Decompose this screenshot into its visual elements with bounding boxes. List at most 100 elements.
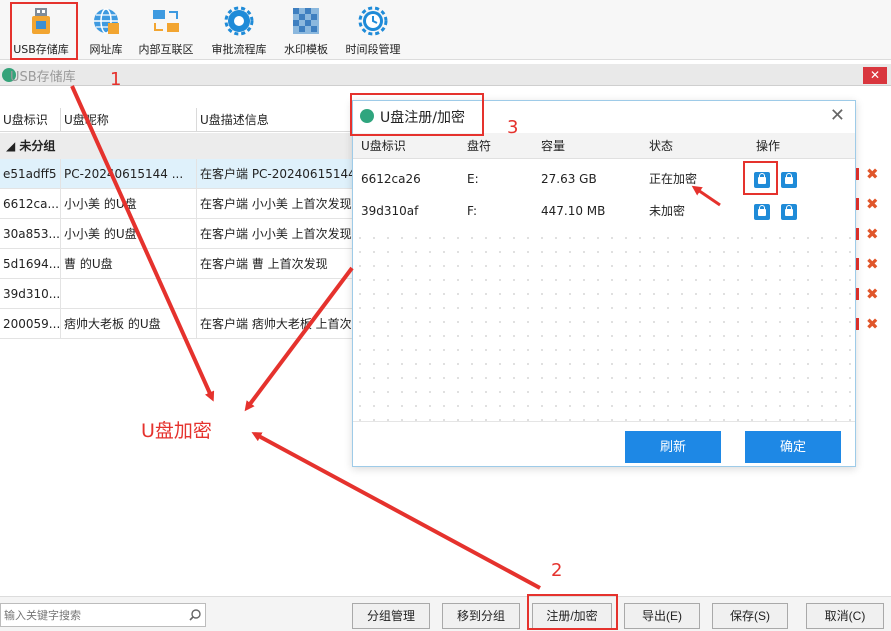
annotation-box-usb — [10, 2, 78, 60]
search-box[interactable] — [0, 603, 206, 627]
edit-icon[interactable] — [856, 168, 859, 180]
table-row[interactable]: 6612ca... 小小美 的U盘 在客户端 小小美 上首次发现 — [0, 189, 360, 219]
cell-id: 200059... — [0, 309, 61, 339]
save-button[interactable]: 保存(S) — [712, 603, 788, 629]
dialog-close-button[interactable]: ✕ — [830, 105, 845, 127]
window-title: USB存储库 — [10, 70, 76, 85]
edit-icon[interactable] — [856, 318, 859, 330]
dialog-row[interactable]: 39d310af F: 447.10 MB 未加密 — [353, 195, 855, 227]
cell-capacity: 447.10 MB — [541, 204, 606, 218]
annotation-box-register-button — [527, 594, 618, 630]
cell-nick: 小小美 的U盘 — [61, 189, 197, 219]
delete-icon[interactable]: ✖ — [866, 315, 879, 333]
cell-nick: 小小美 的U盘 — [61, 219, 197, 249]
column-header[interactable]: U盘标识 — [0, 108, 61, 132]
group-row[interactable]: ◢ 未分组 — [0, 133, 360, 159]
column-header: 状态 — [649, 139, 674, 153]
watermark-icon — [293, 8, 319, 34]
dialog-divider — [353, 421, 855, 422]
ok-button[interactable]: 确定 — [745, 431, 841, 463]
toolbar-internal-network[interactable]: 内部互联区 — [134, 0, 198, 60]
toolbar-label: 审批流程库 — [211, 43, 267, 56]
cell-id: 6612ca... — [0, 189, 61, 219]
toolbar-label: 时间段管理 — [345, 43, 401, 56]
row-actions: ✖ — [852, 220, 891, 250]
toolbar: USB存储库 网址库 内部互联区 审批流程库 水印模板 时间段管理 — [0, 0, 891, 60]
cell-status: 正在加密 — [649, 172, 698, 186]
cell-desc — [197, 279, 360, 309]
dialog-row[interactable]: 6612ca26 E: 27.63 GB 正在加密 — [353, 163, 855, 195]
move-to-group-button[interactable]: 移到分组 — [442, 603, 520, 629]
table-row[interactable]: 39d310... — [0, 279, 360, 309]
edit-icon[interactable] — [856, 198, 859, 210]
cell-nick: PC-20240615144 ... — [61, 159, 197, 189]
cancel-button[interactable]: 取消(C) — [806, 603, 884, 629]
network-icon — [153, 10, 179, 32]
cell-status: 未加密 — [649, 204, 686, 218]
table-row[interactable]: 5d1694... 曹 的U盘 在客户端 曹 上首次发现 — [0, 249, 360, 279]
cell-drive: F: — [467, 204, 478, 218]
table-row[interactable]: e51adff5 PC-20240615144 ... 在客户端 PC-2024… — [0, 159, 360, 189]
cell-desc: 在客户端 痞帅大老板 上首次发 — [200, 317, 360, 331]
delete-icon[interactable]: ✖ — [866, 285, 879, 303]
annotation-label: U盘加密 — [141, 420, 212, 442]
toolbar-watermark[interactable]: 水印模板 — [280, 0, 332, 60]
edit-icon[interactable] — [856, 228, 859, 240]
row-actions: ✖ — [852, 160, 891, 190]
cell-desc: 在客户端 小小美 上首次发现 — [200, 197, 352, 211]
cell-id: 39d310af — [361, 204, 419, 218]
cell-nick — [61, 279, 197, 309]
delete-icon[interactable]: ✖ — [866, 255, 879, 273]
annotation-number-1: 1 — [110, 69, 122, 90]
column-header: 盘符 — [467, 139, 492, 153]
toolbar-label: 内部互联区 — [138, 43, 194, 56]
delete-icon[interactable]: ✖ — [866, 225, 879, 243]
cell-id: 30a853... — [0, 219, 61, 249]
toolbar-url-library[interactable]: 网址库 — [84, 0, 128, 60]
group-manage-button[interactable]: 分组管理 — [352, 603, 430, 629]
annotation-box-lock — [743, 161, 778, 195]
cell-nick: 曹 的U盘 — [61, 249, 197, 279]
cell-id: e51adff5 — [0, 159, 61, 189]
decrypt-unlock-icon[interactable] — [781, 204, 797, 220]
globe-icon — [94, 8, 119, 34]
column-header[interactable]: U盘描述信息 — [197, 108, 360, 132]
cell-desc: 在客户端 PC-20240615144 — [200, 167, 356, 181]
column-header: U盘标识 — [361, 139, 406, 153]
annotation-box-dialog-title — [350, 93, 484, 136]
toolbar-label: 水印模板 — [284, 43, 328, 56]
delete-icon[interactable]: ✖ — [866, 195, 879, 213]
clock-gear-icon — [358, 6, 388, 36]
group-label: 未分组 — [19, 139, 56, 153]
edit-icon[interactable] — [856, 288, 859, 300]
toolbar-time-period[interactable]: 时间段管理 — [340, 0, 406, 60]
annotation-number-2: 2 — [551, 560, 563, 581]
cell-id: 5d1694... — [0, 249, 61, 279]
delete-icon[interactable]: ✖ — [866, 165, 879, 183]
encrypt-lock-icon[interactable] — [754, 204, 770, 220]
register-encrypt-dialog: U盘注册/加密 ✕ U盘标识 盘符 容量 状态 操作 6612ca26 E: 2… — [352, 100, 856, 467]
cell-capacity: 27.63 GB — [541, 172, 597, 186]
window-close-button[interactable]: ✕ — [863, 67, 887, 84]
dialog-table-header: U盘标识 盘符 容量 状态 操作 — [353, 133, 855, 159]
approval-gear-icon — [224, 6, 254, 36]
annotation-number-3: 3 — [507, 117, 519, 138]
row-actions: ✖ — [852, 310, 891, 340]
search-input[interactable] — [4, 607, 184, 623]
column-header[interactable]: U盘昵称 — [61, 108, 197, 132]
table-row[interactable]: 30a853... 小小美 的U盘 在客户端 小小美 上首次发现 — [0, 219, 360, 249]
edit-icon[interactable] — [856, 258, 859, 270]
row-actions: ✖ — [852, 250, 891, 280]
decrypt-unlock-icon[interactable] — [781, 172, 797, 188]
search-icon[interactable] — [188, 608, 202, 622]
column-header: 操作 — [756, 139, 781, 153]
bottom-bar: 分组管理 移到分组 注册/加密 导出(E) 保存(S) 取消(C) — [0, 596, 891, 631]
export-button[interactable]: 导出(E) — [624, 603, 700, 629]
cell-drive: E: — [467, 172, 479, 186]
refresh-button[interactable]: 刷新 — [625, 431, 721, 463]
row-actions: ✖ — [852, 280, 891, 310]
cell-nick: 痞帅大老板 的U盘 — [61, 309, 197, 339]
table-row[interactable]: 200059... 痞帅大老板 的U盘 在客户端 痞帅大老板 上首次发 — [0, 309, 360, 339]
column-header: 容量 — [541, 139, 566, 153]
toolbar-approval-flow[interactable]: 审批流程库 — [206, 0, 272, 60]
